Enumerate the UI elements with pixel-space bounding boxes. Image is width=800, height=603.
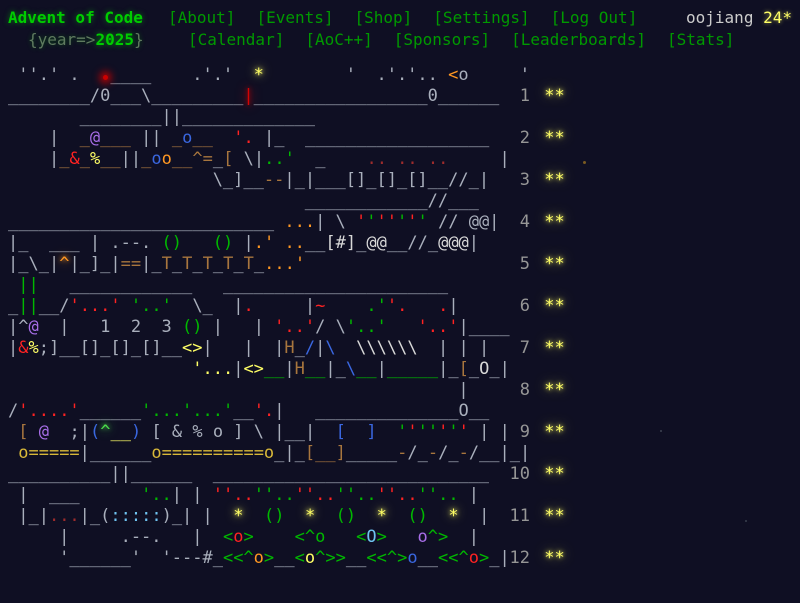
day-stars: ** — [544, 86, 564, 107]
background-speck — [745, 520, 747, 522]
calendar-day-4-link[interactable]: __________________________ ...| \ ''''''… — [8, 212, 800, 233]
day-number: 11 — [510, 506, 530, 527]
sub-nav: [Calendar] [AoC++] [Sponsors] [Leaderboards… — [188, 30, 755, 49]
day-number: 12 — [510, 548, 530, 569]
calendar-day-5-link[interactable]: |_\_|^|_]_|==|_T_T_T_T_T_...'5** — [8, 254, 800, 275]
calendar-art-line: || ____________ ______________________ — [8, 275, 800, 296]
username: oojiang — [686, 8, 753, 27]
day-number: 10 — [510, 464, 530, 485]
year-value: 2025 — [95, 30, 134, 49]
calendar-day-11-link[interactable]: |_|...|_(:::::)_| | * () * () * () * |11… — [8, 506, 800, 527]
calendar-day-10-link[interactable]: __________||______ _____________________… — [8, 464, 800, 485]
day-number: 3 — [510, 170, 530, 191]
day-stars: ** — [544, 128, 564, 149]
day-number: 9 — [510, 422, 530, 443]
calendar-art-line — [8, 569, 800, 590]
calendar-art-line: ________||_____________ — [8, 107, 800, 128]
day-number: 1 — [510, 86, 530, 107]
day-stars: ** — [544, 212, 564, 233]
nav-link-sponsors[interactable]: [Sponsors] — [394, 30, 490, 49]
nav-link-stats[interactable]: [Stats] — [667, 30, 734, 49]
calendar-day-6-link[interactable]: _||__/'...' '..' \_ |. |~ .''. .|6** — [8, 296, 800, 317]
year-selector[interactable]: {year=>2025} — [8, 30, 188, 49]
nav-link-calendar[interactable]: [Calendar] — [188, 30, 284, 49]
calendar-day-3-link[interactable]: \_]__--|_|___[]_[]_[]__//_|3** — [8, 170, 800, 191]
day-number: 8 — [510, 380, 530, 401]
day-stars: ** — [544, 296, 564, 317]
year-prefix: {year=> — [28, 30, 95, 49]
calendar-art-line: '...|<>__|H__|_\__|_____|_[_O_| — [8, 359, 800, 380]
calendar: ''.' . ____ .'.' * ' .'.'.. <o '________… — [0, 65, 800, 590]
day-stars: ** — [544, 380, 564, 401]
calendar-art-line: | ___ '..| | ''..''..''..''..''..''.. | — [8, 485, 800, 506]
user-box: oojiang 24* — [686, 8, 792, 27]
day-number: 4 — [510, 212, 530, 233]
day-stars: ** — [544, 254, 564, 275]
background-speck — [660, 430, 662, 432]
calendar-day-1-link[interactable]: ________/0___\_________|________________… — [8, 86, 800, 107]
calendar-art-line: |_ ___ | .--. () () |.' ..__[#]_@@__//_@… — [8, 233, 800, 254]
nav-link-about[interactable]: [About] — [168, 8, 235, 27]
nav-link-shop[interactable]: [Shop] — [355, 8, 413, 27]
calendar-art-line: ''.' . ____ .'.' * ' .'.'.. <o ' — [8, 65, 800, 86]
calendar-day-7-link[interactable]: |&%;]__[]_[]_[]__<>| | |H_/|\ \\\\\\ | |… — [8, 338, 800, 359]
calendar-art-line: /'....'______'...'...'__'.| ____________… — [8, 401, 800, 422]
header-row-top: Advent of Code [About] [Events] [Shop] [Set… — [0, 0, 800, 30]
user-star-count — [753, 8, 763, 27]
day-stars: ** — [544, 464, 564, 485]
app-title[interactable]: Advent of Code — [8, 8, 168, 27]
calendar-art-line: ____________//___ — [8, 191, 800, 212]
calendar-day-9-link[interactable]: [ @ ;|(^__) [ & % o ] \ |__| [ ] '''''''… — [8, 422, 800, 443]
day-number: 7 — [510, 338, 530, 359]
day-stars: ** — [544, 338, 564, 359]
year-suffix: } — [134, 30, 144, 49]
calendar-art-line: | .--. | <o> <^o <O> o^> | — [8, 527, 800, 548]
background-speck — [103, 75, 108, 80]
calendar-art-line: |^@ | 1 2 3 () | | '..'/ \'..' '..'|____ — [8, 317, 800, 338]
calendar-day-2-link[interactable]: | _@___ || _o__ '. |_ __________________… — [8, 128, 800, 149]
header-row-bottom: {year=>2025} [Calendar] [AoC++] [Sponsors]… — [0, 30, 800, 52]
nav-link-events[interactable]: [Events] — [256, 8, 333, 27]
calendar-day-12-link[interactable]: '______' '---#_<<^o>__<o^>>__<<^>o__<<^o… — [8, 548, 800, 569]
background-speck — [583, 161, 586, 164]
nav-link-leaderboards[interactable]: [Leaderboards] — [511, 30, 646, 49]
day-stars: ** — [544, 170, 564, 191]
calendar-art-line: o=====|______o==========o_|_[__]_____-/_… — [8, 443, 800, 464]
calendar-day-8-link[interactable]: |8** — [8, 380, 800, 401]
top-nav: [About] [Events] [Shop] [Settings] [Log Out] — [168, 8, 658, 27]
nav-link-settings[interactable]: [Settings] — [433, 8, 529, 27]
nav-link-log-out[interactable]: [Log Out] — [551, 8, 638, 27]
day-number: 5 — [510, 254, 530, 275]
day-number: 6 — [510, 296, 530, 317]
calendar-art-line: |_&_%__||_oo__^=_[ \|..' _ .. .. .. | — [8, 149, 800, 170]
nav-link-aoc[interactable]: [AoC++] — [305, 30, 372, 49]
advent-of-code-page: Advent of Code [About] [Events] [Shop] [Set… — [0, 0, 800, 603]
day-stars: ** — [544, 548, 564, 569]
day-stars: ** — [544, 506, 564, 527]
day-number: 2 — [510, 128, 530, 149]
day-stars: ** — [544, 422, 564, 443]
user-stars: 24* — [763, 8, 792, 27]
